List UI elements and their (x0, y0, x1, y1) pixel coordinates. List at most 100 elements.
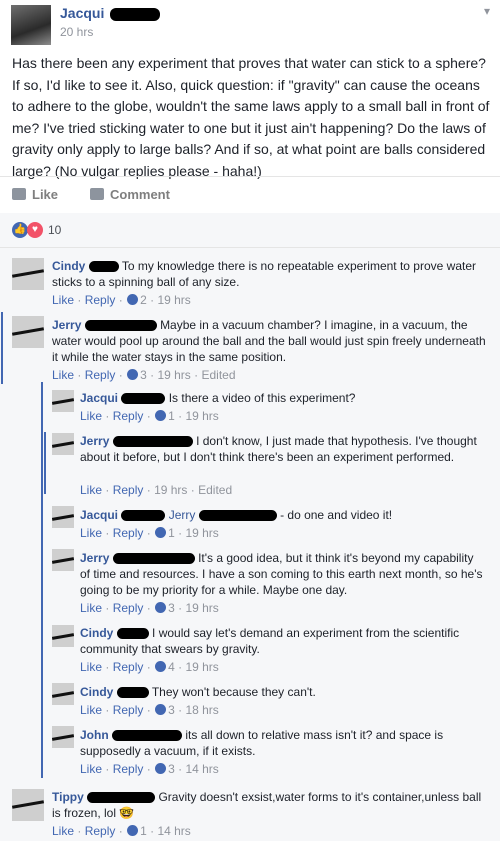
like-link[interactable]: Like (80, 703, 102, 717)
comment-meta: Like · Reply · 1 · 19 hrs (80, 526, 219, 540)
comment-jerry: Jerry Maybe in a vacuum chamber? I imagi… (52, 317, 490, 365)
love-reaction-icon: ♥ (27, 222, 43, 238)
like-link[interactable]: Like (80, 526, 102, 540)
comment-author[interactable]: Jerry (80, 551, 109, 565)
avatar[interactable] (52, 433, 74, 455)
like-link[interactable]: Like (80, 483, 102, 497)
mention-link[interactable]: Jerry (169, 508, 196, 522)
thread-line-replies (41, 382, 43, 778)
post-text: Has there been any experiment that prove… (12, 55, 490, 179)
reply-link[interactable]: Reply (85, 293, 116, 307)
like-count-icon (127, 825, 139, 836)
comment-time[interactable]: 18 hrs (185, 703, 218, 717)
comment-author[interactable]: Jacqui (80, 508, 118, 522)
redacted-surname (112, 730, 183, 742)
like-reaction-icon: 👍 (12, 222, 28, 238)
comment-time[interactable]: 14 hrs (157, 824, 190, 838)
reply-link[interactable]: Reply (113, 762, 144, 776)
avatar[interactable] (12, 258, 44, 290)
post-author[interactable]: Jacqui (60, 5, 161, 21)
like-link[interactable]: Like (80, 660, 102, 674)
reply-link[interactable]: Reply (85, 824, 116, 838)
like-link[interactable]: Like (80, 601, 102, 615)
author-avatar[interactable] (11, 5, 51, 45)
like-link[interactable]: Like (80, 762, 102, 776)
reply-john: John its all down to relative mass isn't… (80, 727, 485, 759)
comment-button[interactable]: Comment (90, 187, 170, 202)
redacted-surname (121, 510, 166, 522)
like-button[interactable]: Like (12, 187, 58, 202)
comment-time[interactable]: 19 hrs (185, 660, 218, 674)
reply-link[interactable]: Reply (113, 601, 144, 615)
comment-meta: Like · Reply · 1 · 19 hrs (80, 409, 219, 423)
redacted-surname (87, 792, 156, 804)
avatar[interactable] (52, 625, 74, 647)
comment-author[interactable]: Tippy (52, 790, 84, 804)
redacted-surname (88, 261, 119, 273)
comment-time[interactable]: 19 hrs (154, 483, 187, 497)
comment-time[interactable]: 19 hrs (185, 601, 218, 615)
reply-jacqui-2: Jacqui Jerry - do one and video it! (80, 507, 490, 523)
reply-link[interactable]: Reply (113, 526, 144, 540)
like-count-icon (155, 763, 167, 774)
reaction-count: 10 (48, 223, 62, 237)
comment-time[interactable]: 14 hrs (185, 762, 218, 776)
comment-meta: Like · Reply · 2 · 19 hrs (52, 293, 191, 307)
reply-link[interactable]: Reply (85, 368, 116, 382)
comment-time[interactable]: 19 hrs (185, 409, 218, 423)
post-time[interactable]: 20 hrs (60, 25, 93, 39)
reply-link[interactable]: Reply (113, 483, 144, 497)
reply-jerry: Jerry I don't know, I just made that hyp… (80, 433, 485, 465)
avatar[interactable] (52, 549, 74, 571)
comment-author[interactable]: Cindy (52, 259, 85, 273)
comment-author[interactable]: Cindy (80, 685, 113, 699)
comment-text: - do one and video it! (280, 508, 393, 522)
avatar[interactable] (12, 316, 44, 348)
comment-tippy: Tippy Gravity doesn't exsist,water forms… (52, 789, 492, 821)
comment-author[interactable]: Cindy (80, 626, 113, 640)
like-link[interactable]: Like (52, 293, 74, 307)
chevron-down-icon[interactable]: ▾ (484, 4, 490, 18)
comment-cindy: Cindy To my knowledge there is no repeat… (52, 258, 490, 290)
avatar[interactable] (52, 390, 74, 412)
reply-link[interactable]: Reply (113, 660, 144, 674)
comment-text: Is there a video of this experiment? (168, 391, 356, 405)
reaction-summary[interactable]: 👍 ♥ 10 (0, 213, 500, 248)
redacted-surname (112, 553, 195, 565)
comment-author[interactable]: Jacqui (80, 391, 118, 405)
avatar[interactable] (52, 506, 74, 528)
avatar[interactable] (52, 726, 74, 748)
comment-meta: Like · Reply · 3 · 19 hrs · Edited (52, 368, 236, 382)
avatar[interactable] (52, 683, 74, 705)
post-actions: Like Comment (0, 176, 500, 214)
comment-time[interactable]: 19 hrs (157, 368, 190, 382)
comment-meta: Like · Reply · 4 · 19 hrs (80, 660, 219, 674)
reply-link[interactable]: Reply (113, 409, 144, 423)
comment-meta: Like · Reply · 3 · 14 hrs (80, 762, 219, 776)
author-name[interactable]: Jacqui (60, 5, 104, 21)
reply-link[interactable]: Reply (113, 703, 144, 717)
post-header: Jacqui 20 hrs ▾ (0, 0, 500, 50)
avatar[interactable] (12, 789, 44, 821)
redacted-surname (112, 436, 193, 448)
redacted-surname (121, 393, 166, 405)
thumbs-up-icon (12, 188, 26, 200)
thread-line-highlight (44, 432, 46, 494)
like-link[interactable]: Like (52, 824, 74, 838)
edited-label[interactable]: Edited (202, 368, 236, 382)
like-count-icon (155, 661, 167, 672)
comment-text: They won't because they can't. (151, 685, 316, 699)
like-link[interactable]: Like (52, 368, 74, 382)
redacted-surname (116, 687, 149, 699)
comment-author[interactable]: John (80, 728, 109, 742)
comment-meta: Like · Reply · 3 · 18 hrs (80, 703, 219, 717)
redacted-surname (116, 628, 149, 640)
comment-author[interactable]: Jerry (52, 318, 81, 332)
comment-author[interactable]: Jerry (80, 434, 109, 448)
comment-icon (90, 188, 104, 200)
like-link[interactable]: Like (80, 409, 102, 423)
comment-time[interactable]: 19 hrs (185, 526, 218, 540)
comment-time[interactable]: 19 hrs (157, 293, 190, 307)
edited-label[interactable]: Edited (198, 483, 232, 497)
like-count-icon (155, 704, 167, 715)
